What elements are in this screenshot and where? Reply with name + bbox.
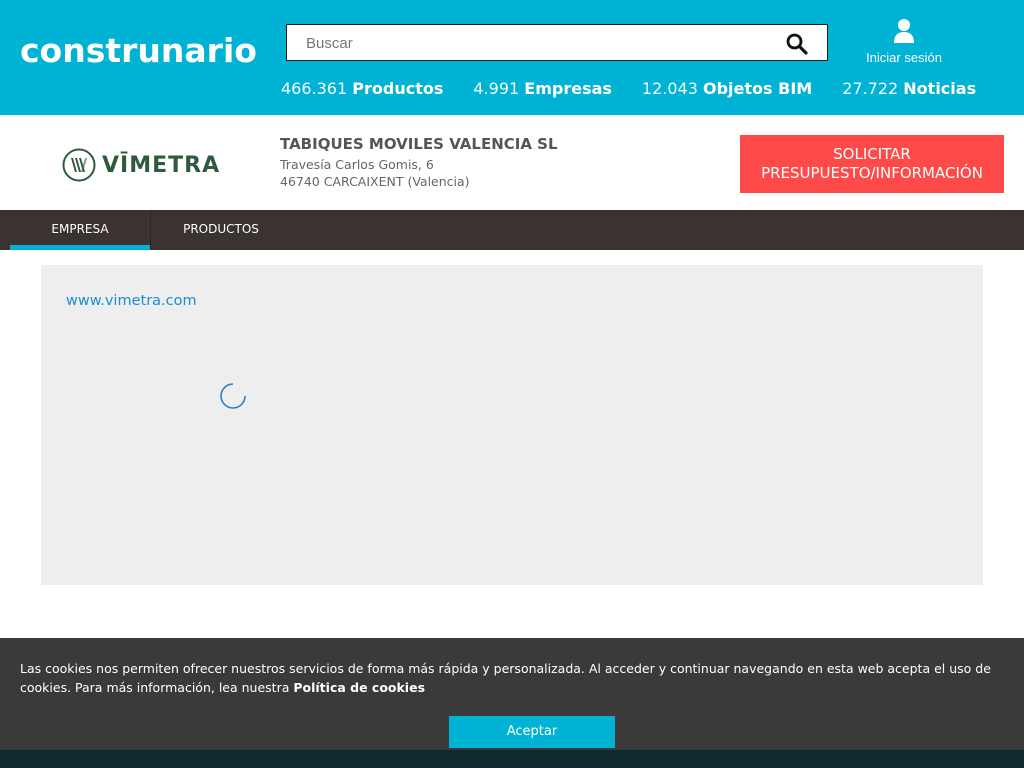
- login-button[interactable]: Iniciar sesión: [860, 18, 948, 65]
- company-info: TABIQUES MOVILES VALENCIA SL Travesía Ca…: [280, 135, 558, 190]
- quote-line1: SOLICITAR: [833, 145, 911, 163]
- stats-bar: 466.361 Productos 4.991 Empresas 12.043 …: [281, 79, 1006, 101]
- company-website-link[interactable]: www.vimetra.com: [66, 293, 197, 309]
- stat-label: Productos: [352, 79, 444, 98]
- request-quote-button[interactable]: SOLICITAR PRESUPUESTO/INFORMACIÓN: [740, 135, 1004, 193]
- stat-noticias[interactable]: 27.722 Noticias: [842, 79, 976, 101]
- tab-productos[interactable]: PRODUCTOS: [151, 210, 291, 250]
- vimetra-logo-icon: [62, 148, 96, 182]
- company-logo[interactable]: VĪMETRA: [62, 148, 220, 182]
- company-header: VĪMETRA TABIQUES MOVILES VALENCIA SL Tra…: [0, 115, 1024, 210]
- stat-number: 12.043: [641, 79, 698, 98]
- accept-cookies-button[interactable]: Aceptar: [449, 716, 615, 748]
- company-content-panel: www.vimetra.com: [41, 265, 983, 585]
- search-box: [286, 24, 828, 61]
- search-input[interactable]: [306, 33, 776, 53]
- cookie-policy-link[interactable]: Política de cookies: [293, 680, 425, 695]
- top-header: construnario Iniciar sesión 466.361 Prod…: [0, 0, 1024, 115]
- stat-number: 466.361: [281, 79, 348, 98]
- stat-number: 4.991: [473, 79, 520, 98]
- user-icon: [894, 19, 914, 43]
- stat-number: 27.722: [842, 79, 899, 98]
- stat-productos[interactable]: 466.361 Productos: [281, 79, 443, 101]
- login-label: Iniciar sesión: [866, 50, 942, 65]
- company-tabs: EMPRESA PRODUCTOS: [0, 210, 1024, 250]
- stat-empresas[interactable]: 4.991 Empresas: [473, 79, 612, 101]
- search-button[interactable]: [785, 32, 809, 56]
- company-address-line1: Travesía Carlos Gomis, 6: [280, 157, 434, 172]
- stat-label: Objetos BIM: [703, 79, 813, 98]
- spinner-icon: [220, 383, 246, 409]
- tab-empresa[interactable]: EMPRESA: [10, 210, 150, 250]
- cookie-text: Las cookies nos permiten ofrecer nuestro…: [20, 661, 991, 695]
- cookie-message: Las cookies nos permiten ofrecer nuestro…: [20, 659, 1020, 697]
- stat-objetos-bim[interactable]: 12.043 Objetos BIM: [642, 79, 812, 101]
- site-logo[interactable]: construnario: [20, 34, 257, 67]
- company-name: TABIQUES MOVILES VALENCIA SL: [280, 135, 558, 153]
- footer-strip: [0, 750, 1024, 768]
- stat-label: Empresas: [524, 79, 612, 98]
- company-address-line2: 46740 CARCAIXENT (Valencia): [280, 174, 470, 189]
- cookie-banner: Las cookies nos permiten ofrecer nuestro…: [0, 638, 1024, 750]
- quote-line2: PRESUPUESTO/INFORMACIÓN: [761, 164, 983, 182]
- company-logo-text: VĪMETRA: [102, 152, 221, 178]
- stat-label: Noticias: [903, 79, 977, 98]
- search-icon: [786, 33, 808, 55]
